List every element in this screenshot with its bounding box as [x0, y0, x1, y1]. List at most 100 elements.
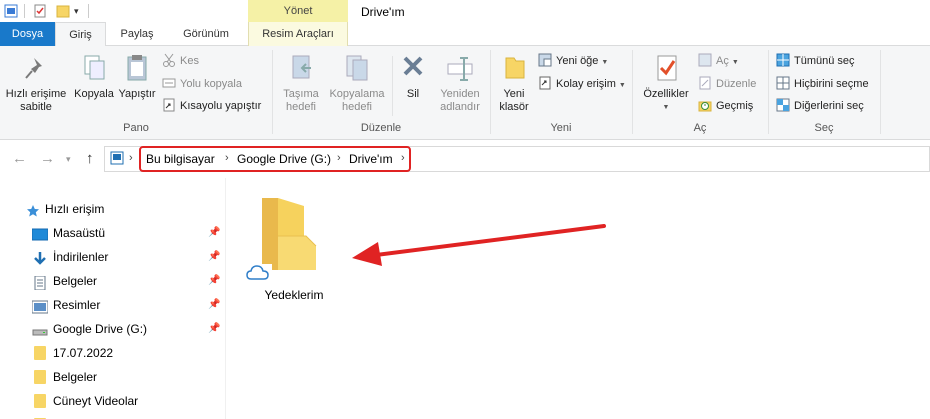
move-to-button[interactable]: Taşıma hedefi [278, 52, 324, 114]
tab-view[interactable]: Görünüm [172, 22, 240, 46]
nav-item-desktop[interactable]: Masaüstü 📌 [0, 221, 226, 245]
explorer-window-icon[interactable] [4, 4, 18, 18]
tab-file[interactable]: Dosya [0, 22, 55, 46]
move-to-label: Taşıma hedefi [283, 88, 319, 113]
invert-selection-button[interactable]: Diğerlerini seç [776, 97, 864, 115]
paste-shortcut-button[interactable]: Kısayolu yapıştır [162, 97, 261, 115]
breadcrumb-chevron-icon[interactable]: › [129, 152, 133, 164]
folder-icon [34, 346, 46, 360]
select-all-button[interactable]: Tümünü seç [776, 52, 855, 70]
folder-icon [34, 394, 46, 408]
cut-label: Kes [180, 55, 199, 67]
properties-button[interactable]: Özellikler ▼ [638, 52, 694, 114]
breadcrumb-this-pc[interactable]: Bu bilgisayar [146, 152, 215, 166]
breadcrumb-my-drive[interactable]: Drive'ım [349, 152, 393, 166]
breadcrumb-chevron-icon[interactable]: › [337, 152, 341, 164]
download-icon [32, 250, 48, 265]
delete-label: Sil [406, 88, 420, 100]
breadcrumb-chevron-icon[interactable]: › [225, 152, 229, 164]
copy-to-icon [341, 52, 373, 84]
easy-access-label: Kolay erişim [556, 78, 616, 90]
nav-item-label: Google Drive (G:) [53, 322, 148, 336]
new-folder-label: Yeni klasör [499, 88, 529, 113]
drive-icon [32, 322, 48, 336]
edit-label: Düzenle [716, 78, 757, 90]
breadcrumb-google-drive[interactable]: Google Drive (G:) [237, 152, 331, 166]
nav-item-label: Masaüstü [53, 226, 106, 240]
edit-icon [698, 76, 712, 90]
properties-checkmark-icon [650, 52, 682, 84]
group-label-new: Yeni [550, 122, 572, 134]
pin-quick-access-button[interactable]: Hızlı erişime sabitle [4, 52, 68, 114]
nav-item-label: Belgeler [53, 274, 98, 288]
desktop-icon [31, 226, 49, 241]
group-label-organize: Düzenle [360, 122, 402, 134]
select-none-button[interactable]: Hiçbirini seçme [776, 75, 869, 93]
pinned-icon[interactable]: 📌 [208, 245, 220, 269]
breadcrumb-chevron-icon[interactable]: › [401, 152, 405, 164]
pinned-icon[interactable]: 📌 [208, 293, 220, 317]
new-folder-quick-icon[interactable] [56, 4, 70, 18]
folder-icon [34, 370, 46, 384]
forward-arrow-icon[interactable]: → [40, 150, 55, 167]
nav-item-pictures[interactable]: Resimler 📌 [0, 293, 226, 317]
properties-quick-icon[interactable] [33, 4, 47, 18]
group-label-select: Seç [814, 122, 834, 134]
copy-path-icon [162, 76, 176, 90]
tab-picture-tools[interactable]: Resim Araçları [248, 22, 348, 46]
rename-button[interactable]: Yeniden adlandır [432, 52, 488, 114]
nav-item-documents[interactable]: Belgeler 📌 [0, 269, 226, 293]
nav-item-folder[interactable]: Belgeler [0, 365, 226, 389]
nav-item-folder[interactable]: 17.07.2022 [0, 341, 226, 365]
rename-label: Yeniden adlandır [440, 88, 480, 113]
paste-label: Yapıştır [118, 88, 156, 100]
pin-quick-access-label: Hızlı erişime sabitle [5, 88, 67, 113]
new-item-button[interactable]: Yeni öğe ▼ [538, 52, 608, 70]
open-button[interactable]: Aç ▼ [698, 52, 739, 70]
open-icon [698, 53, 712, 67]
new-folder-button[interactable]: Yeni klasör [494, 52, 534, 114]
pinned-icon[interactable]: 📌 [208, 221, 220, 245]
nav-item-folder-partial[interactable] [0, 413, 226, 419]
back-arrow-icon[interactable]: ← [12, 150, 27, 167]
pinned-icon[interactable]: 📌 [208, 317, 220, 341]
invert-selection-label: Diğerlerini seç [794, 100, 864, 112]
copy-to-label: Kopyalama hedefi [329, 88, 385, 113]
chevron-down-icon: ▼ [618, 82, 626, 89]
nav-item-quick-access[interactable]: Hızlı erişim [0, 197, 226, 221]
paste-shortcut-label: Kısayolu yapıştır [180, 100, 262, 112]
copy-to-button[interactable]: Kopyalama hedefi [328, 52, 386, 114]
this-pc-icon [110, 151, 124, 165]
manage-tool-tab-header: Yönet [248, 0, 348, 22]
pin-icon [20, 52, 52, 84]
new-item-icon [538, 53, 552, 67]
tab-share[interactable]: Paylaş [110, 22, 164, 46]
nav-item-label: Cüneyt Videolar [53, 394, 139, 408]
nav-item-folder[interactable]: Cüneyt Videolar [0, 389, 226, 413]
nav-item-google-drive[interactable]: Google Drive (G:) 📌 [0, 317, 226, 341]
select-all-label: Tümünü seç [794, 55, 855, 67]
history-button[interactable]: Geçmiş [698, 97, 753, 115]
copy-label: Kopyala [74, 88, 114, 100]
up-arrow-icon[interactable]: ↑ [86, 150, 94, 167]
group-label-open: Aç [693, 122, 707, 134]
pinned-icon[interactable]: 📌 [208, 269, 220, 293]
cloud-status-icon [246, 264, 272, 282]
edit-button[interactable]: Düzenle [698, 75, 756, 93]
copy-path-button[interactable]: Yolu kopyala [162, 75, 242, 93]
tab-home[interactable]: Giriş [55, 22, 106, 47]
invert-selection-icon [776, 98, 790, 112]
nav-item-downloads[interactable]: İndirilenler 📌 [0, 245, 226, 269]
document-icon [32, 274, 48, 291]
recent-locations-chevron-icon[interactable]: ▾ [66, 154, 71, 165]
quick-access-dropdown-icon[interactable]: ▾ [74, 4, 88, 18]
easy-access-button[interactable]: Kolay erişim ▼ [538, 75, 626, 93]
delete-button[interactable]: Sil [396, 52, 430, 101]
cut-button[interactable]: Kes [162, 52, 199, 70]
copy-button[interactable]: Kopyala [72, 52, 116, 101]
new-item-label: Yeni öğe [556, 55, 599, 67]
chevron-down-icon: ▼ [601, 59, 609, 66]
paste-button[interactable]: Yapıştır [116, 52, 158, 101]
group-inner-separator [392, 56, 393, 116]
star-icon [26, 202, 42, 217]
